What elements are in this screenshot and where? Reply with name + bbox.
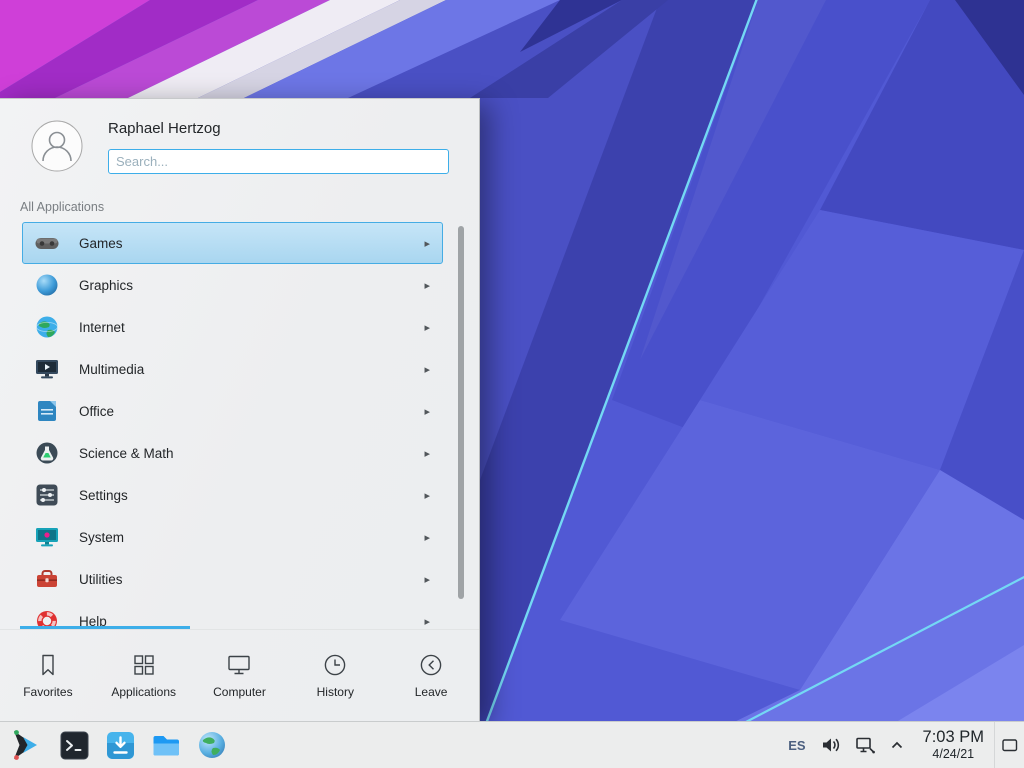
taskbar-panel: ES 7:03 PM 4/24/21: [0, 721, 1024, 768]
submenu-arrow-icon: ▸: [424, 615, 430, 627]
system-tray: ES 7:03 PM 4/24/21: [780, 722, 1024, 768]
submenu-arrow-icon: ▸: [424, 279, 430, 292]
submenu-arrow-icon: ▸: [424, 363, 430, 376]
tab-history[interactable]: History: [287, 630, 383, 721]
app-launcher-icon[interactable]: [6, 725, 46, 765]
toolbox-icon: [33, 565, 61, 593]
category-item-help[interactable]: Help ▸: [22, 600, 443, 626]
tab-label: Applications: [111, 685, 176, 699]
file-manager-icon[interactable]: [150, 729, 182, 761]
tab-leave[interactable]: Leave: [383, 630, 479, 721]
graphics-orb-icon: [33, 271, 61, 299]
web-browser-icon[interactable]: [196, 729, 228, 761]
category-item-system[interactable]: System ▸: [22, 516, 443, 558]
list-scrollbar[interactable]: [458, 226, 464, 599]
submenu-arrow-icon: ▸: [424, 237, 430, 250]
category-label: Multimedia: [79, 362, 424, 377]
search-input[interactable]: [108, 149, 449, 174]
submenu-arrow-icon: ▸: [424, 321, 430, 334]
submenu-arrow-icon: ▸: [424, 405, 430, 418]
category-item-science-math[interactable]: Science & Math ▸: [22, 432, 443, 474]
tab-label: Leave: [415, 685, 448, 699]
application-launcher-menu: Raphael Hertzog All Applications Games ▸: [0, 98, 480, 721]
category-label: Graphics: [79, 278, 424, 293]
launcher-tabbar: Favorites Applications: [0, 629, 479, 721]
category-item-settings[interactable]: Settings ▸: [22, 474, 443, 516]
tab-computer[interactable]: Computer: [192, 630, 288, 721]
clock-icon: [322, 652, 348, 678]
globe-icon: [33, 313, 61, 341]
volume-icon[interactable]: [821, 736, 841, 754]
document-icon: [33, 397, 61, 425]
category-label: Games: [79, 236, 424, 251]
system-monitor-icon: [33, 523, 61, 551]
category-list: Games ▸ Graphics ▸: [0, 222, 479, 626]
show-desktop-button[interactable]: [994, 722, 1024, 768]
category-label: Internet: [79, 320, 424, 335]
category-label: System: [79, 530, 424, 545]
media-monitor-icon: [33, 355, 61, 383]
sliders-icon: [33, 481, 61, 509]
category-label: Utilities: [79, 572, 424, 587]
desktop-peek-icon: [1002, 739, 1018, 752]
category-label: Settings: [79, 488, 424, 503]
keyboard-layout-indicator[interactable]: ES: [788, 738, 805, 753]
category-label: Science & Math: [79, 446, 424, 461]
submenu-arrow-icon: ▸: [424, 489, 430, 502]
help-ring-icon: [33, 607, 61, 626]
flask-icon: [33, 439, 61, 467]
monitor-icon: [226, 652, 252, 678]
tab-label: History: [317, 685, 354, 699]
submenu-arrow-icon: ▸: [424, 447, 430, 460]
leave-icon: [418, 652, 444, 678]
network-icon[interactable]: [855, 736, 876, 755]
category-item-games[interactable]: Games ▸: [22, 222, 443, 264]
software-center-icon[interactable]: [104, 729, 136, 761]
category-label: Office: [79, 404, 424, 419]
category-item-utilities[interactable]: Utilities ▸: [22, 558, 443, 600]
category-label: Help: [79, 614, 424, 627]
tab-label: Favorites: [23, 685, 72, 699]
submenu-arrow-icon: ▸: [424, 573, 430, 586]
user-avatar-icon[interactable]: [31, 120, 83, 172]
tab-label: Computer: [213, 685, 266, 699]
submenu-arrow-icon: ▸: [424, 531, 430, 544]
category-item-internet[interactable]: Internet ▸: [22, 306, 443, 348]
digital-clock[interactable]: 7:03 PM 4/24/21: [923, 728, 984, 762]
expand-tray-icon[interactable]: [890, 739, 904, 751]
bookmark-icon: [35, 652, 61, 678]
gamepad-icon: [33, 229, 61, 257]
category-item-multimedia[interactable]: Multimedia ▸: [22, 348, 443, 390]
clock-date: 4/24/21: [923, 747, 984, 762]
user-name: Raphael Hertzog: [108, 120, 221, 137]
clock-time: 7:03 PM: [923, 728, 984, 747]
category-item-graphics[interactable]: Graphics ▸: [22, 264, 443, 306]
tab-favorites[interactable]: Favorites: [0, 630, 96, 721]
grid-icon: [131, 652, 157, 678]
category-item-office[interactable]: Office ▸: [22, 390, 443, 432]
section-label: All Applications: [20, 200, 104, 214]
terminal-icon[interactable]: [58, 729, 90, 761]
tab-applications[interactable]: Applications: [96, 630, 192, 721]
